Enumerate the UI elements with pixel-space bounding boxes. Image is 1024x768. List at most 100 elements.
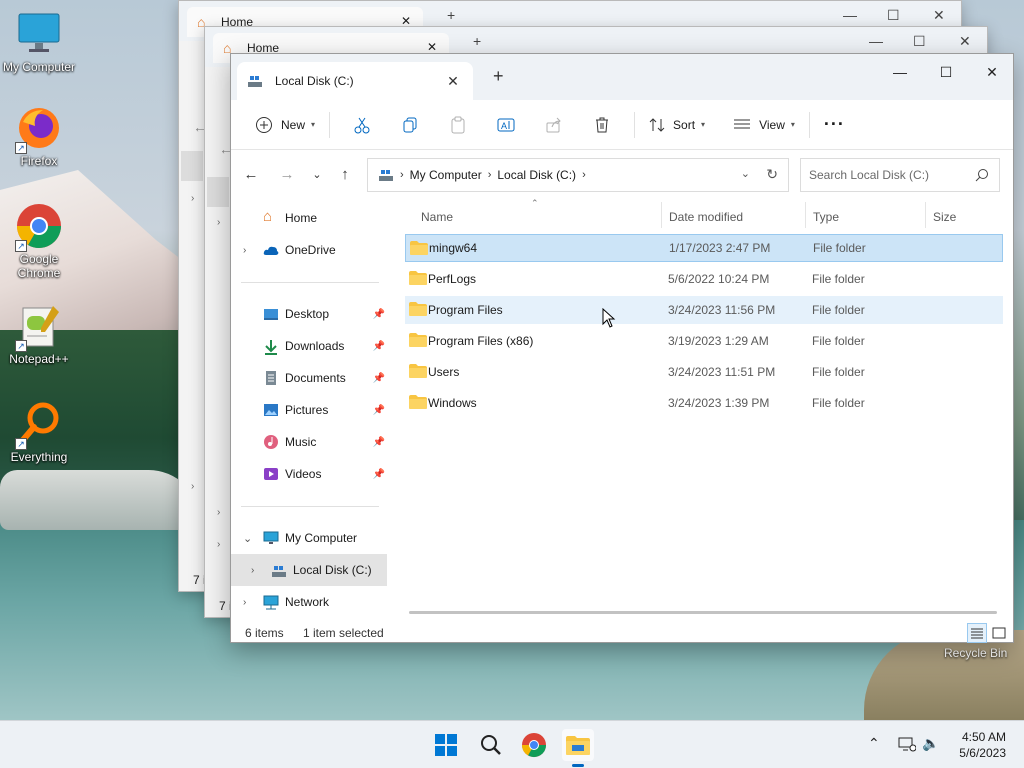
sidebar-item-network[interactable]: › Network (231, 586, 387, 618)
paste-button[interactable] (434, 108, 482, 142)
file-row-windows[interactable]: Windows 3/24/2023 1:39 PM File folder (405, 389, 1003, 417)
volume-icon[interactable]: 🔈 (922, 735, 939, 752)
file-row-mingw64[interactable]: mingw64 1/17/2023 2:47 PM File folder (405, 234, 1003, 262)
drive-icon (272, 566, 286, 577)
file-row-program-files[interactable]: Program Files 3/24/2023 11:56 PM File fo… (405, 296, 1003, 324)
file-explorer-window[interactable]: Local Disk (C:) ✕ + — ☐ ✕ New ▾ A Sort ▾… (230, 53, 1014, 643)
chrome-icon (522, 733, 546, 758)
notepadpp-icon: ↗ (15, 302, 63, 352)
file-date: 3/24/2023 1:39 PM (668, 396, 770, 410)
sidebar-item-pictures[interactable]: Pictures 📌 (231, 394, 387, 426)
desktop-icon-firefox[interactable]: ↗ Firefox (0, 104, 78, 168)
taskbar-search-button[interactable] (474, 729, 506, 761)
tab-local-disk[interactable]: Local Disk (C:) ✕ (237, 62, 473, 100)
file-row-perflogs[interactable]: PerfLogs 5/6/2022 10:24 PM File folder (405, 265, 1003, 293)
address-bar[interactable]: › My Computer › Local Disk (C:) › ⌄ ↻ (367, 158, 789, 192)
taskbar-chrome-button[interactable] (518, 729, 550, 761)
column-divider[interactable] (925, 202, 926, 228)
details-view-button[interactable] (967, 623, 987, 643)
desktop-icon-recycle-bin[interactable]: Recycle Bin (944, 646, 1007, 660)
cut-button[interactable] (338, 108, 386, 142)
copy-button[interactable] (386, 108, 434, 142)
see-more-button[interactable]: ··· (818, 108, 851, 142)
sidebar-item-label: Network (285, 595, 330, 609)
maximize-icon[interactable]: ☐ (887, 7, 900, 24)
refresh-icon[interactable]: ↻ (766, 166, 778, 183)
new-button[interactable]: New ▾ (249, 108, 321, 142)
breadcrumb-local-disk[interactable]: Local Disk (C:) (497, 168, 576, 182)
desktop-icon-label: Everything (10, 450, 68, 464)
maximize-icon[interactable]: ☐ (913, 33, 926, 50)
chevron-right-icon[interactable]: › (243, 245, 246, 256)
breadcrumb-my-computer[interactable]: My Computer (410, 168, 482, 182)
sidebar-item-label: OneDrive (285, 243, 336, 257)
close-icon[interactable]: ✕ (427, 40, 437, 54)
new-tab-icon[interactable]: + (493, 66, 504, 87)
forward-arrow-icon[interactable]: → (275, 166, 299, 183)
file-name: PerfLogs (428, 272, 477, 286)
view-button[interactable]: View ▾ (727, 108, 801, 142)
desktop-icon-everything[interactable]: ↗ Everything (0, 400, 78, 464)
sidebar-item-my-computer[interactable]: ⌄ My Computer (231, 522, 387, 554)
delete-button[interactable] (578, 108, 626, 142)
minimize-icon[interactable]: — (843, 7, 857, 23)
sidebar-item-downloads[interactable]: Downloads 📌 (231, 330, 387, 362)
sidebar-item-local-disk[interactable]: › Local Disk (C:) (231, 554, 387, 586)
sidebar-item-music[interactable]: Music 📌 (231, 426, 387, 458)
show-hidden-icons-chevron-icon[interactable]: ⌃ (868, 735, 880, 752)
start-button[interactable] (430, 729, 462, 761)
minimize-icon[interactable]: — (877, 58, 923, 86)
new-tab-icon[interactable]: + (447, 7, 455, 23)
column-size[interactable]: Size (933, 210, 956, 224)
sidebar-item-desktop[interactable]: Desktop 📌 (231, 298, 387, 330)
tiles-view-icon (992, 627, 1006, 639)
sidebar-item-videos[interactable]: Videos 📌 (231, 458, 387, 490)
picture-icon (264, 404, 278, 416)
chevron-right-icon: › (217, 539, 221, 550)
chrome-icon: ↗ (15, 202, 63, 252)
sidebar-divider (241, 506, 379, 507)
taskbar-file-explorer-button[interactable] (562, 729, 594, 767)
sidebar-item-home[interactable]: ⌂ Home (231, 202, 387, 234)
maximize-icon[interactable]: ☐ (923, 58, 969, 86)
new-tab-icon[interactable]: + (473, 33, 481, 49)
desktop-icon-chrome[interactable]: ↗ Google Chrome (0, 202, 78, 280)
close-icon[interactable]: ✕ (933, 7, 945, 24)
rename-button[interactable]: A (482, 108, 530, 142)
horizontal-scrollbar[interactable] (409, 611, 997, 614)
chevron-right-icon[interactable]: › (251, 565, 254, 576)
share-button[interactable] (530, 108, 578, 142)
system-clock[interactable]: 4:50 AM 5/6/2023 (959, 729, 1006, 761)
chevron-right-icon[interactable]: › (243, 597, 246, 608)
sidebar-item-documents[interactable]: Documents 📌 (231, 362, 387, 394)
column-type[interactable]: Type (813, 210, 839, 224)
search-icon (481, 735, 501, 755)
up-arrow-icon[interactable]: ↑ (333, 166, 357, 183)
sidebar-item-onedrive[interactable]: › OneDrive (231, 234, 387, 266)
close-window-icon[interactable]: ✕ (969, 58, 1015, 86)
title-bar[interactable]: Local Disk (C:) ✕ + — ☐ ✕ (231, 54, 1013, 100)
sort-button[interactable]: Sort ▾ (643, 108, 711, 142)
recent-locations-chevron-icon[interactable]: ⌄ (305, 168, 329, 181)
chevron-down-icon[interactable]: ⌄ (243, 532, 252, 545)
file-type: File folder (812, 272, 865, 286)
network-status-icon[interactable] (898, 736, 916, 752)
address-history-chevron-icon[interactable]: ⌄ (741, 167, 750, 180)
desktop-icon-label: Notepad++ (9, 352, 69, 366)
file-row-program-files-x86[interactable]: Program Files (x86) 3/19/2023 1:29 AM Fi… (405, 327, 1003, 355)
desktop-icon-notepadpp[interactable]: ↗ Notepad++ (0, 302, 78, 366)
column-divider[interactable] (805, 202, 806, 228)
close-tab-icon[interactable]: ✕ (443, 73, 463, 90)
file-row-users[interactable]: Users 3/24/2023 11:51 PM File folder (405, 358, 1003, 386)
back-arrow-icon[interactable]: ← (239, 166, 263, 183)
minimize-icon[interactable]: — (869, 33, 883, 49)
column-name[interactable]: Name (421, 210, 453, 224)
tiles-view-button[interactable] (989, 623, 1009, 643)
desktop-icon-label: My Computer (2, 60, 76, 74)
desktop-icon-my-computer[interactable]: My Computer (0, 10, 78, 74)
column-divider[interactable] (661, 202, 662, 228)
column-date-modified[interactable]: Date modified (669, 210, 743, 224)
close-icon[interactable]: ✕ (959, 33, 971, 50)
mouse-cursor-icon (602, 308, 616, 328)
search-input[interactable]: Search Local Disk (C:) (800, 158, 1000, 192)
